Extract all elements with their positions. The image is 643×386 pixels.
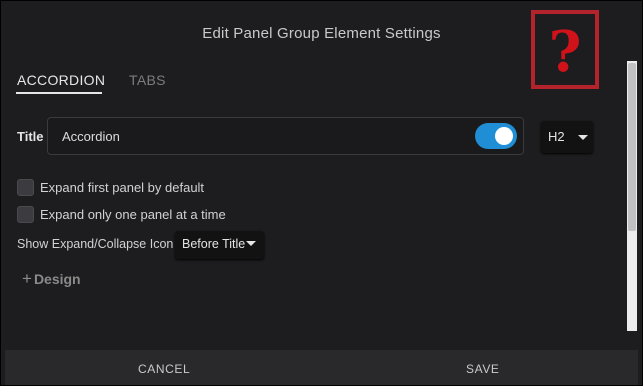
title-visibility-toggle[interactable] bbox=[475, 123, 517, 149]
title-input[interactable] bbox=[60, 128, 464, 145]
design-section-toggle[interactable]: + Design bbox=[22, 269, 81, 289]
expand-first-label: Expand first panel by default bbox=[40, 180, 205, 195]
design-label: Design bbox=[33, 271, 81, 287]
save-button[interactable]: SAVE bbox=[466, 362, 500, 376]
cancel-button[interactable]: CANCEL bbox=[138, 362, 190, 376]
expand-first-checkbox[interactable] bbox=[17, 179, 34, 196]
heading-level-value: H2 bbox=[548, 129, 565, 144]
heading-level-select[interactable]: H2 bbox=[541, 121, 593, 153]
dialog-footer: CANCEL SAVE bbox=[5, 350, 638, 385]
question-mark-glyph: ? bbox=[548, 18, 582, 85]
active-tab-indicator bbox=[16, 92, 102, 94]
icon-position-select[interactable]: Before Title bbox=[175, 231, 264, 259]
title-field-container bbox=[47, 117, 524, 155]
expand-collapse-icon-label: Show Expand/Collapse Icon bbox=[17, 237, 174, 251]
tab-accordion[interactable]: ACCORDION bbox=[17, 72, 105, 88]
expand-one-label: Expand only one panel at a time bbox=[40, 207, 226, 222]
plus-icon: + bbox=[22, 269, 32, 288]
chevron-down-icon bbox=[578, 135, 588, 140]
scrollbar-track[interactable] bbox=[627, 61, 637, 331]
tab-tabs[interactable]: TABS bbox=[129, 72, 166, 88]
chevron-down-icon bbox=[246, 241, 256, 246]
toggle-knob bbox=[495, 127, 513, 145]
edit-settings-dialog: Edit Panel Group Element Settings ? ACCO… bbox=[0, 0, 643, 386]
expand-one-checkbox[interactable] bbox=[17, 206, 34, 223]
icon-position-value: Before Title bbox=[182, 237, 246, 251]
scrollbar-thumb[interactable] bbox=[628, 63, 636, 231]
title-label: Title bbox=[17, 129, 44, 144]
help-question-icon[interactable]: ? bbox=[531, 10, 599, 89]
